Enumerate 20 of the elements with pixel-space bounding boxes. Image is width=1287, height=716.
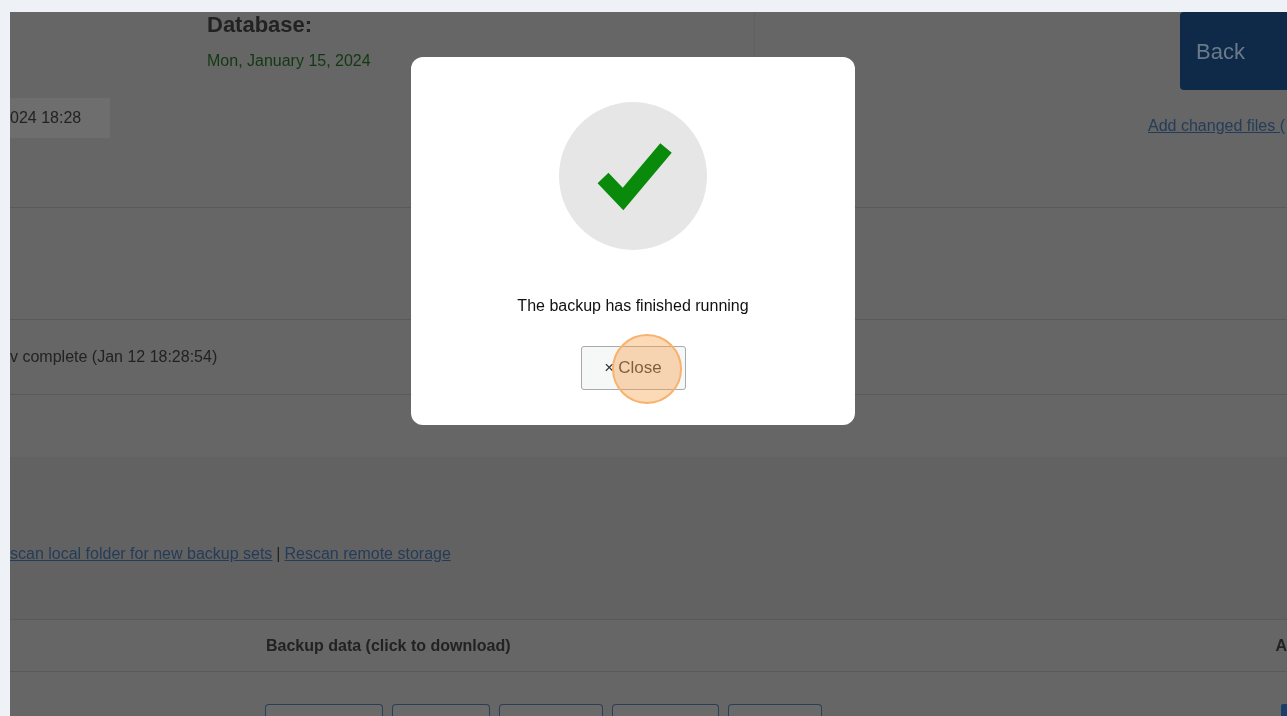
rescan-remote-link[interactable]: Rescan remote storage: [284, 541, 451, 566]
close-button[interactable]: × Close: [580, 346, 686, 390]
status-text: v complete (Jan 12 18:28:54): [10, 347, 218, 367]
check-mark-icon: [559, 102, 707, 250]
date-text: Mon, January 15, 2024: [207, 51, 372, 71]
download-button[interactable]: [728, 704, 822, 716]
rescan-local-link[interactable]: scan local folder for new backup sets: [10, 541, 273, 566]
dialog-message: The backup has finished running: [517, 296, 749, 316]
column-header: A: [1275, 635, 1287, 656]
link-separator: |: [276, 543, 281, 564]
section-heading: Database:: [207, 12, 314, 39]
download-button[interactable]: [499, 704, 603, 716]
add-changed-files-link[interactable]: Add changed files (: [1148, 114, 1287, 138]
time-label: 024 18:28: [10, 98, 110, 138]
download-button[interactable]: [392, 704, 490, 716]
column-header: Backup data (click to download): [266, 635, 511, 656]
backup-button[interactable]: Back: [1180, 12, 1287, 90]
download-button[interactable]: [612, 704, 719, 716]
checkbox[interactable]: [1281, 704, 1287, 716]
download-button[interactable]: [265, 704, 383, 716]
